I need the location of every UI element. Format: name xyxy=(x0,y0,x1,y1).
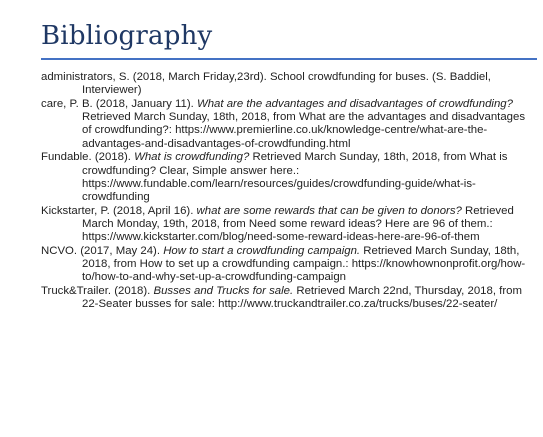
reference-entry: administrators, S. (2018, March Friday,2… xyxy=(41,71,535,97)
bibliography-heading: Bibliography xyxy=(41,21,213,51)
reference-text: administrators, S. (2018, March Friday,2… xyxy=(41,71,491,97)
reference-text: Fundable. (2018). xyxy=(41,151,135,164)
reference-list: administrators, S. (2018, March Friday,2… xyxy=(41,71,535,312)
reference-title: what are some rewards that can be given … xyxy=(196,204,462,217)
reference-title: What are the advantages and disadvantage… xyxy=(196,98,513,110)
reference-entry: Kickstarter, P. (2018, April 16). what a… xyxy=(41,205,535,245)
reference-text: Retrieved March Sunday, 18th, 2018, from… xyxy=(82,111,526,150)
reference-title: What is crowdfunding? xyxy=(134,151,250,164)
reference-entry: Fundable. (2018). What is crowdfunding? … xyxy=(41,151,535,204)
reference-entry: NCVO. (2017, May 24). How to start a cro… xyxy=(41,245,535,285)
reference-text: care, P. B. (2018, January 11). xyxy=(41,98,197,110)
reference-text: Truck&Trailer. (2018). xyxy=(41,285,154,298)
reference-title: Busses and Trucks for sale. xyxy=(153,285,294,298)
reference-title: How to start a crowdfunding campaign. xyxy=(163,245,361,258)
reference-text: Kickstarter, P. (2018, April 16). xyxy=(41,204,197,217)
document-page: Bibliography administrators, S. (2018, M… xyxy=(0,0,543,437)
reference-entry: care, P. B. (2018, January 11). What are… xyxy=(41,98,535,151)
reference-text: NCVO. (2017, May 24). xyxy=(41,245,164,258)
reference-entry: Truck&Trailer. (2018). Busses and Trucks… xyxy=(41,285,535,311)
heading-underline xyxy=(41,58,537,60)
